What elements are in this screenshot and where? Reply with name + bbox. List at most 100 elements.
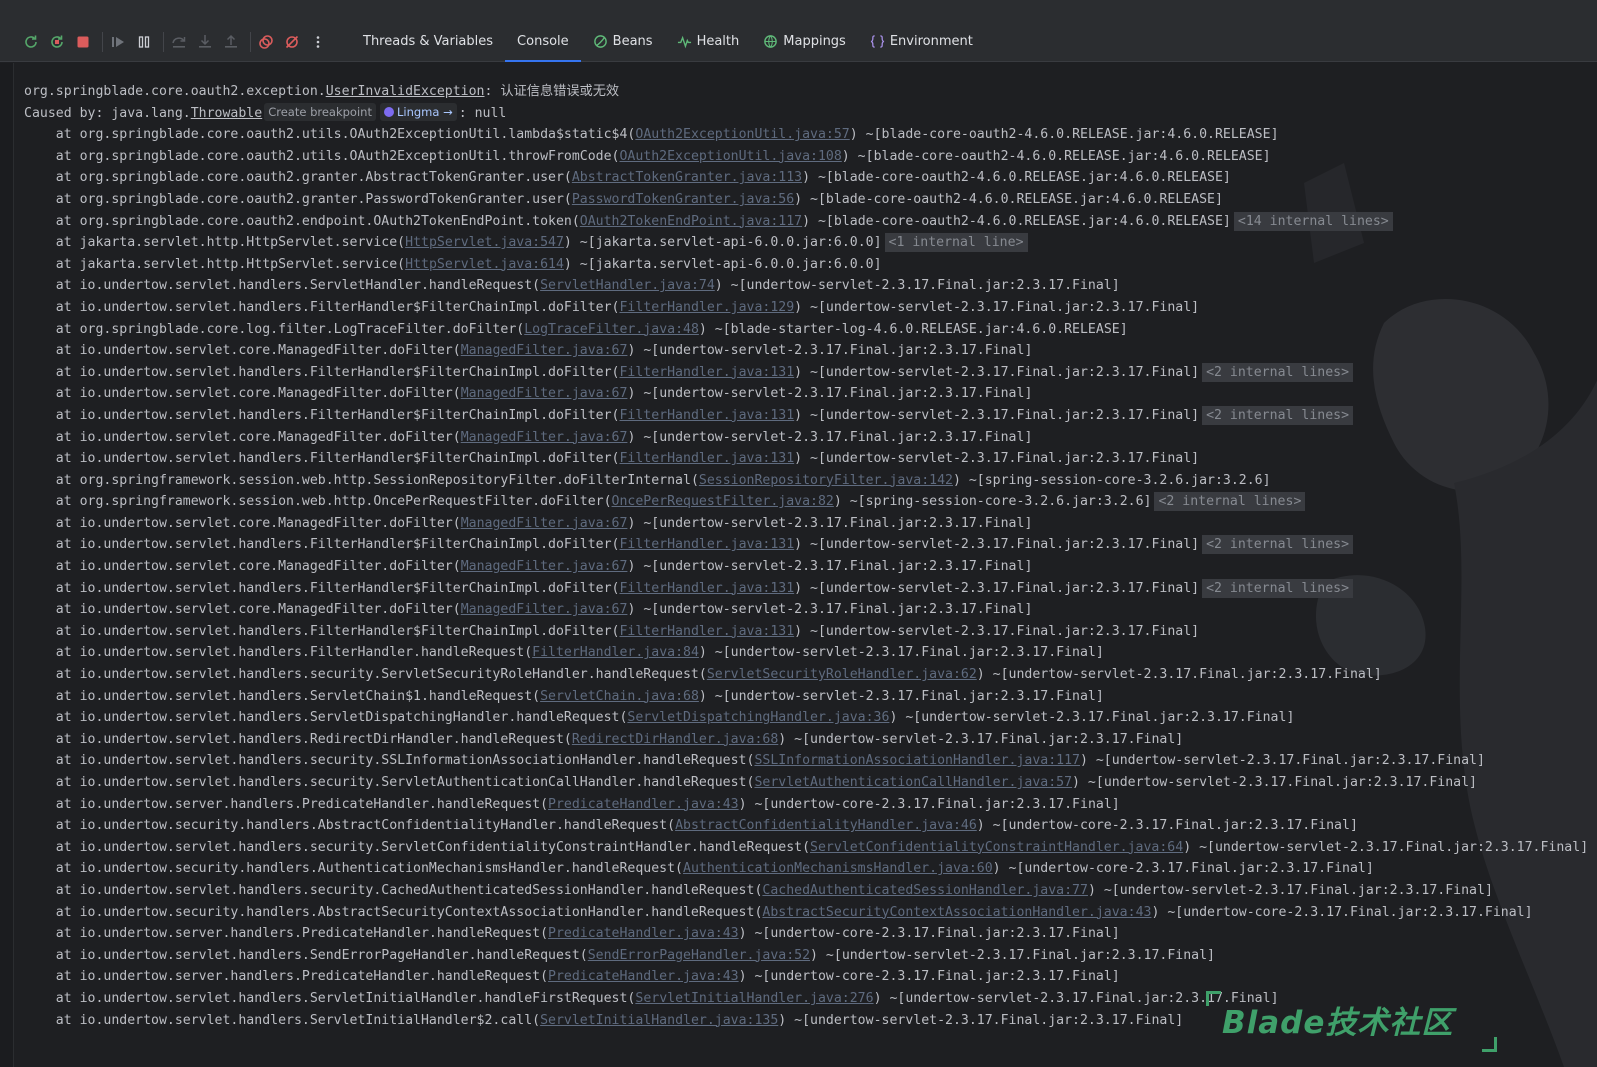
source-link[interactable]: ManagedFilter.java:67 [461,386,628,401]
frame-punct: ] [1111,926,1120,942]
source-link[interactable]: ServletHandler.java:74 [540,278,715,293]
internal-lines-fold[interactable]: <2 internal lines> [1202,578,1354,598]
source-link[interactable]: ServletConfidentialityConstraintHandler.… [810,840,1183,855]
fold-chevron-icon[interactable]: › [14,534,17,556]
fold-chevron-icon[interactable]: › [14,491,17,513]
pause-icon[interactable] [135,33,153,51]
frame-punct: ( [563,191,572,207]
step-over-icon[interactable] [170,33,188,51]
source-link[interactable]: ManagedFilter.java:67 [461,430,628,445]
fold-chevron-icon[interactable]: › [14,405,17,427]
source-link[interactable]: PredicateHandler.java:43 [548,926,739,941]
tab-mappings[interactable]: Mappings [751,22,858,62]
source-link[interactable]: ServletAuthenticationCallHandler.java:57 [754,775,1072,790]
internal-lines-fold[interactable]: <2 internal lines> [1202,405,1354,425]
frame-prefix: at [24,148,80,164]
source-link[interactable]: ServletInitialHandler.java:135 [540,1013,778,1028]
fold-chevron-icon[interactable]: › [14,211,17,233]
toolbar-separator [102,31,103,52]
source-link[interactable]: LogTraceFilter.java:48 [524,322,699,337]
source-link[interactable]: PasswordTokenGranter.java:56 [572,192,794,207]
source-link[interactable]: ManagedFilter.java:67 [461,516,628,531]
frame-punct: ] [1175,731,1184,747]
frame-punct: ) ~[ [976,667,1009,683]
source-link[interactable]: FilterHandler.java:131 [619,408,794,423]
lingma-button[interactable]: Lingma → [379,102,457,121]
frame-jar: undertow-servlet-2.3.17.Final.jar:2.3.17… [841,947,1208,963]
console-output[interactable]: org.springblade.core.oauth2.exception.Us… [14,63,1597,1067]
source-link[interactable]: FilterHandler.java:131 [619,365,794,380]
source-link[interactable]: FilterHandler.java:129 [619,300,794,315]
internal-lines-fold[interactable]: <1 internal line> [884,233,1028,253]
frame-punct: ) ~[ [627,602,660,618]
frame-method: io.undertow.servlet.core.ManagedFilter.d… [79,559,453,575]
tab-beans[interactable]: Beans [581,22,665,62]
tab-console[interactable]: Console [505,22,581,62]
step-into-icon[interactable] [196,33,214,51]
source-link[interactable]: FilterHandler.java:131 [619,451,794,466]
source-link[interactable]: PredicateHandler.java:43 [548,969,739,984]
source-link[interactable]: FilterHandler.java:84 [532,645,699,660]
console-text: : 认证信息错误或无效 [484,84,620,99]
source-link[interactable]: AbstractTokenGranter.java:113 [572,170,802,185]
create-breakpoint-button[interactable]: Create breakpoint [264,102,376,121]
frame-punct: ] [1191,451,1200,467]
internal-lines-fold[interactable]: <2 internal lines> [1154,492,1306,512]
more-icon[interactable] [309,33,327,51]
source-link[interactable]: FilterHandler.java:131 [619,537,794,552]
source-link[interactable]: PredicateHandler.java:43 [548,797,739,812]
frame-punct: ) ~[ [794,580,826,596]
frame-method: io.undertow.servlet.handlers.FilterHandl… [79,451,612,467]
source-link[interactable]: OncePerRequestFilter.java:82 [612,494,834,509]
tab-health[interactable]: Health [665,22,752,62]
source-link[interactable]: FilterHandler.java:131 [619,624,794,639]
internal-lines-fold[interactable]: <2 internal lines> [1202,535,1354,555]
frame-punct: ) ~[ [627,559,660,575]
frame-punct: ) ~[ [698,321,731,337]
source-link[interactable]: SendErrorPageHandler.java:52 [588,948,810,963]
frame-jar: undertow-core-2.3.17.Final.jar:2.3.17.Fi… [1024,861,1366,877]
source-link[interactable]: ServletInitialHandler.java:276 [635,991,873,1006]
fold-chevron-icon[interactable]: › [14,578,17,600]
internal-lines-fold[interactable]: <14 internal lines> [1233,211,1393,231]
tab-threads-variables[interactable]: Threads & Variables [351,22,505,62]
source-link[interactable]: OAuth2ExceptionUtil.java:108 [619,149,841,164]
view-breakpoints-icon[interactable] [257,33,275,51]
fold-chevron-icon[interactable]: › [14,362,17,384]
source-link[interactable]: HttpServlet.java:547 [405,235,564,250]
source-link[interactable]: ManagedFilter.java:67 [461,602,628,617]
source-link[interactable]: ManagedFilter.java:67 [461,343,628,358]
source-link[interactable]: ServletDispatchingHandler.java:36 [627,710,889,725]
source-link[interactable]: OAuth2ExceptionUtil.java:57 [635,127,849,142]
source-link[interactable]: CachedAuthenticatedSessionHandler.java:7… [762,883,1088,898]
environment-icon [870,34,885,49]
source-link[interactable]: SessionRepositoryFilter.java:142 [699,473,953,488]
rerun-icon[interactable] [22,33,40,51]
source-link[interactable]: FilterHandler.java:131 [619,581,794,596]
source-link[interactable]: AbstractConfidentialityHandler.java:46 [675,818,977,833]
frame-jar: undertow-servlet-2.3.17.Final.jar:2.3.17… [825,537,1192,553]
source-link[interactable]: RedirectDirHandler.java:68 [572,732,778,747]
resume-icon[interactable] [109,33,127,51]
stack-frame-line: at org.springblade.core.oauth2.utils.OAu… [24,124,1594,146]
source-link[interactable]: ManagedFilter.java:67 [461,559,628,574]
fold-chevron-icon[interactable]: › [14,232,17,254]
exception-class-link[interactable]: Throwable [191,106,262,121]
step-out-icon[interactable] [222,33,240,51]
source-link[interactable]: OAuth2TokenEndPoint.java:117 [580,214,802,229]
source-link[interactable]: ServletSecurityRoleHandler.java:62 [707,667,977,682]
mute-breakpoints-icon[interactable] [283,33,301,51]
frame-punct: ] [1524,904,1533,920]
exception-class-link[interactable]: UserInvalidException [326,84,485,99]
internal-lines-fold[interactable]: <2 internal lines> [1202,362,1354,382]
source-link[interactable]: AuthenticationMechanismsHandler.java:60 [683,861,993,876]
source-link[interactable]: HttpServlet.java:614 [405,257,564,272]
source-link[interactable]: SSLInformationAssociationHandler.java:11… [754,753,1080,768]
frame-punct: ( [532,278,541,294]
restart-icon[interactable] [48,33,66,51]
tab-environment[interactable]: Environment [858,22,985,62]
source-link[interactable]: ServletChain.java:68 [540,689,699,704]
stop-icon[interactable] [74,33,92,51]
source-link[interactable]: AbstractSecurityContextAssociationHandle… [762,905,1151,920]
frame-prefix: at [24,213,80,229]
